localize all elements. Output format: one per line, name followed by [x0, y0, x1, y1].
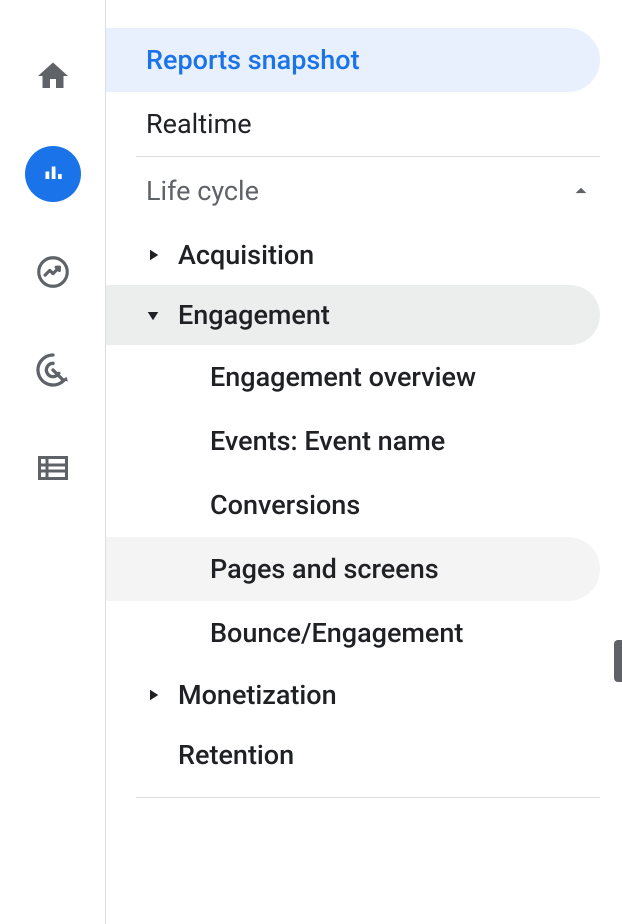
sub-conversions[interactable]: Conversions	[106, 473, 600, 537]
sub-label: Bounce/Engagement	[210, 617, 463, 649]
bar-chart-icon	[38, 159, 68, 189]
nav-advertising[interactable]	[25, 342, 81, 398]
section-label: Life cycle	[146, 175, 259, 207]
home-icon	[35, 58, 71, 94]
sub-label: Events: Event name	[210, 425, 445, 457]
tree-acquisition[interactable]: Acquisition	[106, 225, 600, 285]
tree-engagement[interactable]: Engagement	[106, 285, 600, 345]
caret-right-icon	[136, 686, 170, 704]
icon-rail	[0, 0, 106, 924]
tree-label: Retention	[170, 739, 294, 771]
target-click-icon	[33, 350, 73, 390]
nav-home[interactable]	[25, 48, 81, 104]
scrollbar-thumb[interactable]	[614, 640, 622, 682]
tree-label: Engagement	[170, 299, 330, 331]
nav-realtime[interactable]: Realtime	[106, 92, 600, 156]
divider	[136, 797, 600, 798]
tree-label: Acquisition	[170, 239, 314, 271]
tree-label: Monetization	[170, 679, 337, 711]
chevron-up-icon	[568, 178, 594, 204]
sub-bounce-engagement[interactable]: Bounce/Engagement	[106, 601, 600, 665]
nav-label: Reports snapshot	[146, 44, 360, 76]
sub-events[interactable]: Events: Event name	[106, 409, 600, 473]
sub-pages-screens[interactable]: Pages and screens	[106, 537, 600, 601]
caret-right-icon	[136, 246, 170, 264]
caret-down-icon	[136, 306, 170, 324]
list-icon	[35, 450, 71, 486]
tree-monetization[interactable]: Monetization	[106, 665, 600, 725]
nav-configure[interactable]	[25, 440, 81, 496]
section-life-cycle[interactable]: Life cycle	[106, 157, 622, 225]
tree-retention[interactable]: Retention	[106, 725, 600, 785]
nav-explore[interactable]	[25, 244, 81, 300]
sub-label: Pages and screens	[210, 553, 439, 585]
nav-label: Realtime	[146, 108, 252, 140]
nav-reports-snapshot[interactable]: Reports snapshot	[106, 28, 600, 92]
sub-engagement-overview[interactable]: Engagement overview	[106, 345, 600, 409]
sub-label: Engagement overview	[210, 361, 476, 393]
sub-label: Conversions	[210, 489, 360, 521]
trend-circle-icon	[34, 253, 72, 291]
nav-reports[interactable]	[25, 146, 81, 202]
reports-nav-panel: Reports snapshot Realtime Life cycle Acq…	[106, 0, 622, 924]
